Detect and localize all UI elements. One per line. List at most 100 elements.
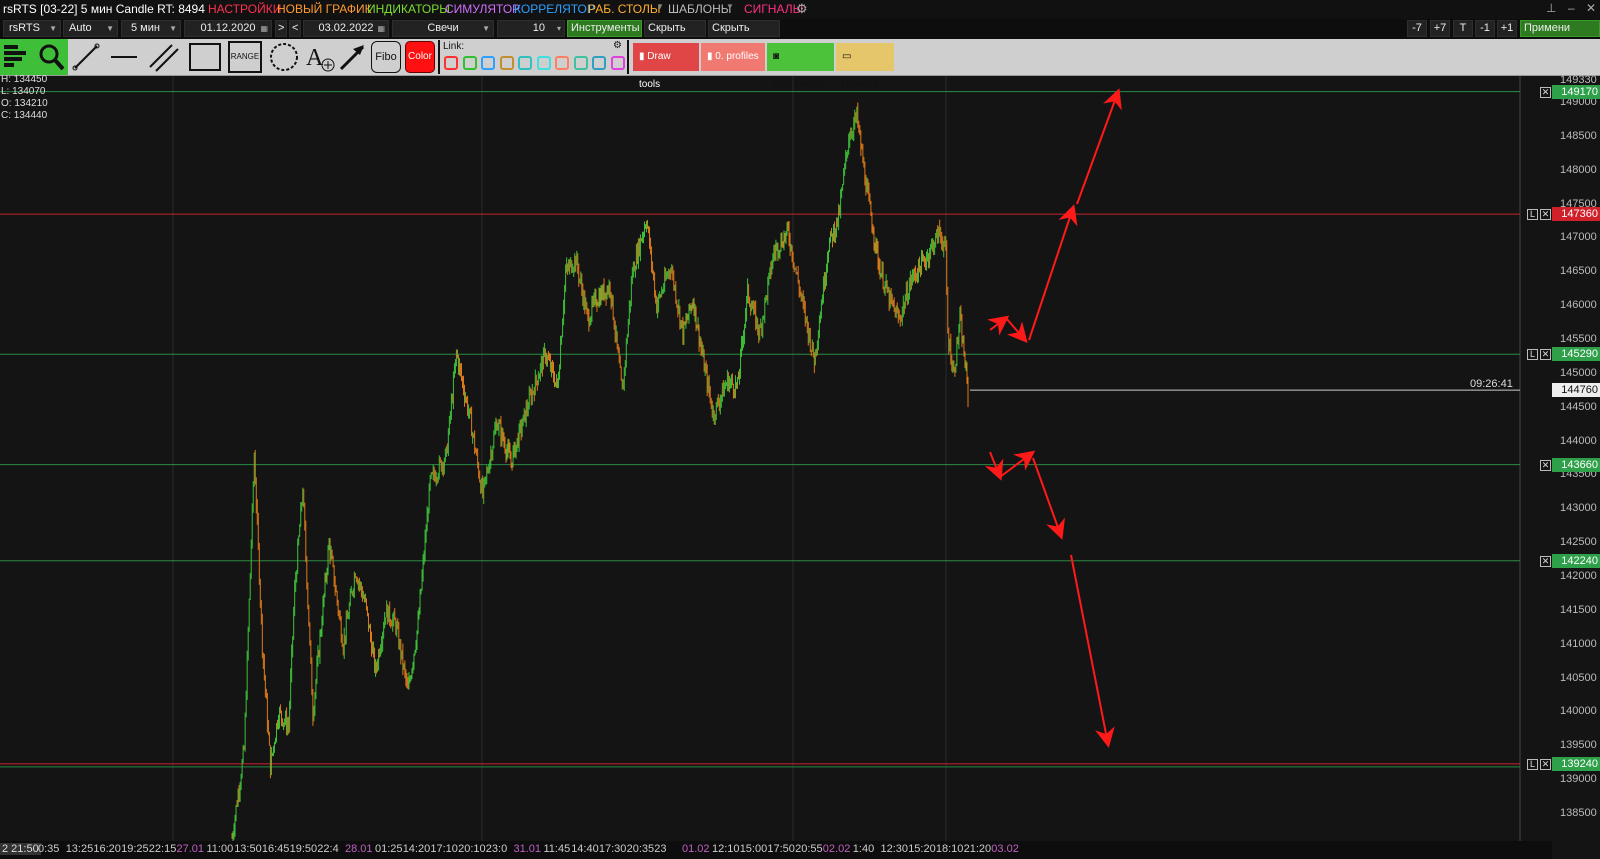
arrow-tool-icon[interactable]	[338, 41, 368, 73]
channel-tool-icon[interactable]	[146, 41, 182, 73]
close-icon[interactable]: ✕	[1586, 1, 1596, 15]
link-color-swatch[interactable]	[481, 56, 495, 70]
chart-type-value: Свечи	[427, 22, 459, 34]
chart-type-select[interactable]: Свечи ▼	[392, 20, 494, 37]
count-input[interactable]: 10 ▾	[497, 20, 565, 37]
date-from-field[interactable]: 01.12.2020 ▦	[184, 20, 272, 37]
date-from-value: 01.12.2020	[200, 22, 256, 34]
profiles-button[interactable]: ▮ 0. profiles	[701, 43, 765, 71]
link-color-swatch[interactable]	[555, 56, 569, 70]
price-tick-label: 142000	[1560, 569, 1597, 582]
price-tick-label: 144000	[1560, 434, 1597, 447]
toolbar-settings-gear-icon[interactable]: ⚙	[613, 40, 622, 51]
remove-level-icon[interactable]: ✕	[1540, 209, 1551, 221]
lock-level-icon[interactable]: L	[1527, 349, 1538, 361]
level-price-label[interactable]: 142240	[1552, 553, 1600, 568]
rectangle-tool-icon[interactable]	[188, 41, 222, 73]
spinner-icon[interactable]: ▾	[557, 21, 561, 36]
level-price-label[interactable]: 139240	[1552, 756, 1600, 771]
remove-level-icon[interactable]: ✕	[1540, 349, 1551, 361]
remove-level-icon[interactable]: ✕	[1540, 86, 1551, 98]
remove-level-icon[interactable]: ✕	[1540, 459, 1551, 471]
profiles-label: 0. profiles	[715, 51, 759, 62]
time-axis-label: 22:4	[317, 843, 339, 855]
volume-profile-icon[interactable]	[0, 39, 36, 75]
pin-icon[interactable]: ⊥	[1546, 1, 1556, 15]
range-tool-button[interactable]: RANGE	[228, 41, 262, 73]
link-color-swatch[interactable]	[573, 56, 588, 70]
level-price-label[interactable]: 145290	[1552, 347, 1600, 362]
hide-lines-button[interactable]: Скрыть линии	[708, 20, 780, 37]
nav-prev-button[interactable]: <	[289, 20, 301, 37]
link-color-swatch[interactable]	[610, 56, 625, 70]
level-price-label[interactable]: 149170	[1552, 84, 1600, 99]
settings-gear-icon[interactable]: ⚙	[796, 1, 808, 17]
annotation-arrow[interactable]	[1028, 204, 1078, 341]
dropdown-arrow-icon[interactable]: ▼	[726, 2, 734, 11]
top-menu-bar: rsRTS [03-22] 5 мин Candle RT: 8494 НАСТ…	[0, 0, 1600, 19]
symbol-select[interactable]: rsRTS ▼	[3, 20, 61, 37]
menu-item[interactable]: НАСТРОЙКИ	[205, 2, 284, 16]
menu-item[interactable]: НОВЫЙ ГРАФИК	[274, 2, 375, 16]
link-color-swatch[interactable]	[462, 56, 477, 70]
timeframe-value: 5 мин	[131, 22, 160, 34]
mode-select[interactable]: Auto ▼	[63, 20, 118, 37]
price-chart[interactable]: 09:26:41	[0, 76, 1600, 841]
hide-drawings-label: Скрыть рис.	[648, 22, 686, 34]
level-price-label[interactable]: 143660	[1552, 457, 1600, 472]
hide-drawings-button[interactable]: Скрыть рис.	[644, 20, 706, 37]
draw-tools-button[interactable]: ▮ Draw tools	[633, 43, 699, 90]
trendline-tool-icon[interactable]	[70, 41, 102, 73]
hotkeys-button[interactable]: ▭ Hotkeys	[836, 43, 894, 90]
add-text-icon[interactable]: A	[304, 41, 336, 73]
price-tick-label: 139500	[1560, 739, 1597, 752]
color-picker-button[interactable]: Color	[405, 41, 435, 73]
annotation-arrow[interactable]	[1032, 457, 1066, 540]
time-axis-label: 22:15	[148, 843, 177, 855]
shift-button[interactable]: +7	[1430, 20, 1450, 37]
horizontal-line-tool-icon[interactable]	[108, 41, 140, 73]
menu-item[interactable]: ИНДИКАТОРЫ	[364, 2, 453, 16]
link-color-swatch[interactable]	[499, 56, 514, 70]
window-title: rsRTS [03-22] 5 мин Candle RT: 8494	[3, 2, 205, 16]
zoom-search-icon[interactable]	[36, 39, 68, 75]
annotation-arrow[interactable]	[987, 315, 1010, 336]
lock-level-icon[interactable]: L	[1527, 758, 1538, 770]
link-color-swatch[interactable]	[592, 56, 606, 70]
time-axis-label: 20:10	[458, 843, 486, 855]
fibo-tool-button[interactable]: Fibo	[371, 41, 401, 73]
shift-button[interactable]: T	[1453, 20, 1473, 37]
time-axis[interactable]: 2 21:50 0:35 13:25 16:20 19:25 22:15 27.01 11:0…	[0, 841, 1552, 859]
shift-button[interactable]: -1	[1475, 20, 1495, 37]
time-axis-label: 12:30	[880, 843, 909, 855]
date-to-field[interactable]: 03.02.2022 ▦	[303, 20, 389, 37]
screenshot-button[interactable]: ◙ Screenshot	[767, 43, 834, 90]
nav-next-button[interactable]: >	[275, 20, 287, 37]
time-axis-label: 23:0	[485, 843, 508, 855]
calendar-icon[interactable]: ▦	[260, 21, 268, 36]
level-price-label[interactable]: 147360	[1552, 207, 1600, 222]
shift-button[interactable]: +1	[1497, 20, 1517, 37]
annotation-arrow[interactable]	[1076, 88, 1122, 205]
timeframe-select[interactable]: 5 мин ▼	[121, 20, 181, 37]
tools-button[interactable]: Инструменты	[567, 20, 642, 37]
remove-level-icon[interactable]: ✕	[1540, 758, 1551, 770]
link-color-swatch[interactable]	[444, 56, 458, 70]
time-axis-label: 14:40	[571, 843, 599, 855]
apply-button[interactable]: Примени	[1520, 20, 1600, 37]
price-tick-label: 140500	[1560, 671, 1597, 684]
price-tick-label: 146000	[1560, 299, 1597, 312]
calendar-icon[interactable]: ▦	[377, 21, 385, 36]
remove-level-icon[interactable]: ✕	[1540, 555, 1551, 567]
ellipse-tool-icon[interactable]	[268, 41, 300, 73]
dropdown-arrow-icon[interactable]: ▼	[656, 2, 664, 11]
minimize-icon[interactable]: –	[1568, 1, 1575, 15]
link-color-swatch[interactable]	[536, 56, 551, 70]
annotation-arrow[interactable]	[1070, 554, 1115, 748]
annotation-arrow[interactable]	[1005, 317, 1028, 344]
menu-item[interactable]: РАБ. СТОЛЫ	[585, 2, 664, 16]
link-color-swatch[interactable]	[518, 56, 532, 70]
shift-button[interactable]: -7	[1407, 20, 1427, 37]
lock-level-icon[interactable]: L	[1527, 209, 1538, 221]
menu-item[interactable]: ШАБЛОНЫ	[665, 2, 734, 16]
